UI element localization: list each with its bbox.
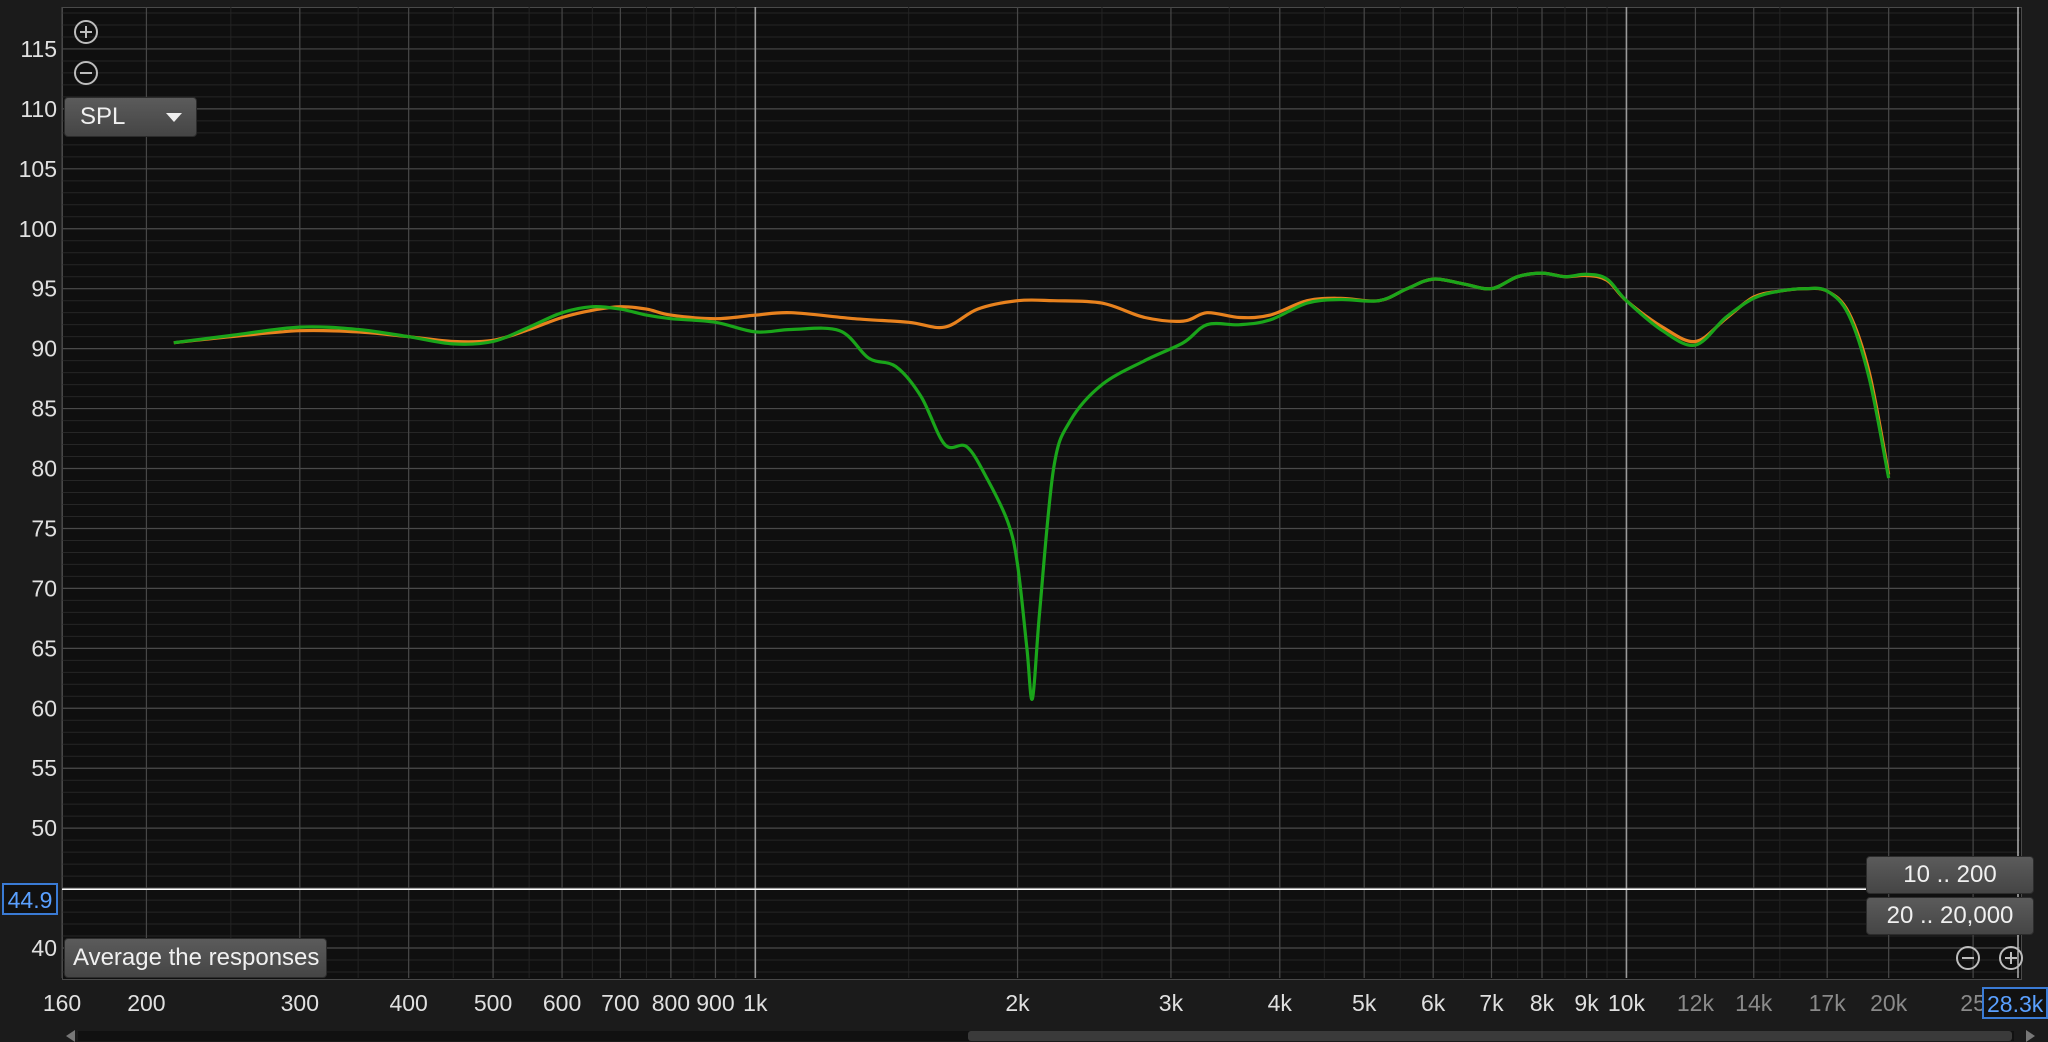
x-tick-label: 200 — [127, 990, 165, 1016]
x-tick-label: 2k — [1005, 990, 1030, 1016]
x-tick-label: 14k — [1735, 990, 1773, 1016]
y-tick-label: 80 — [31, 456, 57, 482]
zoom-in-icon[interactable] — [1999, 946, 2023, 970]
y-tick-label: 70 — [31, 575, 57, 601]
y-tick-label: 95 — [31, 276, 57, 302]
x-tick-label: 8k — [1530, 990, 1555, 1016]
frequency-response-chart[interactable]: 40 50 55 60 65 70 75 80 85 90 95 100 105 110 115 160 200… — [0, 0, 2048, 1041]
scroll-left-icon[interactable] — [66, 1030, 75, 1042]
y-tick-label: 75 — [31, 515, 57, 541]
measurement-type-dropdown[interactable]: SPL — [64, 97, 197, 137]
y-tick-label: 90 — [31, 336, 57, 362]
y-tick-label: 110 — [20, 96, 57, 122]
x-tick-label: 10k — [1608, 990, 1646, 1016]
x-tick-label: 1k — [743, 990, 768, 1016]
rew-spl-graph-window: 40 50 55 60 65 70 75 80 85 90 95 100 105 110 115 160 200… — [0, 0, 2048, 1042]
y-tick-label: 55 — [31, 755, 57, 781]
y-tick-label: 100 — [19, 216, 57, 242]
chevron-down-icon — [166, 113, 182, 122]
y-tick-label: 115 — [20, 36, 57, 62]
x-tick-label: 600 — [543, 990, 581, 1016]
x-tick-label: 800 — [652, 990, 690, 1016]
y-tick-label: 50 — [31, 815, 57, 841]
x-tick-label: 400 — [389, 990, 427, 1016]
x-tick-label: 700 — [601, 990, 639, 1016]
x-tick-label: 4k — [1268, 990, 1293, 1016]
y-tick-label: 105 — [19, 156, 57, 182]
average-responses-button[interactable]: Average the responses — [64, 938, 327, 978]
measurement-type-label: SPL — [80, 103, 126, 130]
zoom-out-icon[interactable] — [74, 61, 98, 85]
x-tick-label: 160 — [43, 990, 81, 1016]
zoom-out-icon[interactable] — [1956, 946, 1980, 970]
x-max-readout[interactable]: 28.3k — [1982, 987, 2048, 1019]
range-preset-label: 10 .. 200 — [1903, 861, 1997, 888]
x-tick-label: 500 — [474, 990, 512, 1016]
y-tick-label: 40 — [31, 935, 57, 961]
range-preset-10-200-button[interactable]: 10 .. 200 — [1866, 856, 2034, 894]
range-preset-label: 20 .. 20,000 — [1886, 902, 2014, 929]
average-responses-label: Average the responses — [73, 944, 320, 971]
x-tick-label: 5k — [1352, 990, 1377, 1016]
zoom-in-icon[interactable] — [74, 20, 98, 44]
range-preset-20-20000-button[interactable]: 20 .. 20,000 — [1866, 897, 2034, 935]
x-tick-label: 3k — [1159, 990, 1184, 1016]
y-cursor-readout[interactable]: 44.9 — [2, 883, 58, 915]
x-tick-label: 7k — [1479, 990, 1504, 1016]
x-tick-label: 20k — [1870, 990, 1908, 1016]
y-tick-label: 85 — [31, 396, 57, 422]
scrollbar-thumb[interactable] — [968, 1031, 2012, 1041]
x-tick-label: 900 — [696, 990, 734, 1016]
x-tick-label: 300 — [281, 990, 319, 1016]
x-tick-label: 6k — [1421, 990, 1446, 1016]
y-tick-label: 65 — [31, 635, 57, 661]
x-tick-label: 9k — [1574, 990, 1599, 1016]
scroll-right-icon[interactable] — [2026, 1030, 2035, 1042]
x-tick-label: 17k — [1809, 990, 1847, 1016]
x-tick-label: 12k — [1677, 990, 1715, 1016]
y-tick-label: 60 — [31, 695, 57, 721]
